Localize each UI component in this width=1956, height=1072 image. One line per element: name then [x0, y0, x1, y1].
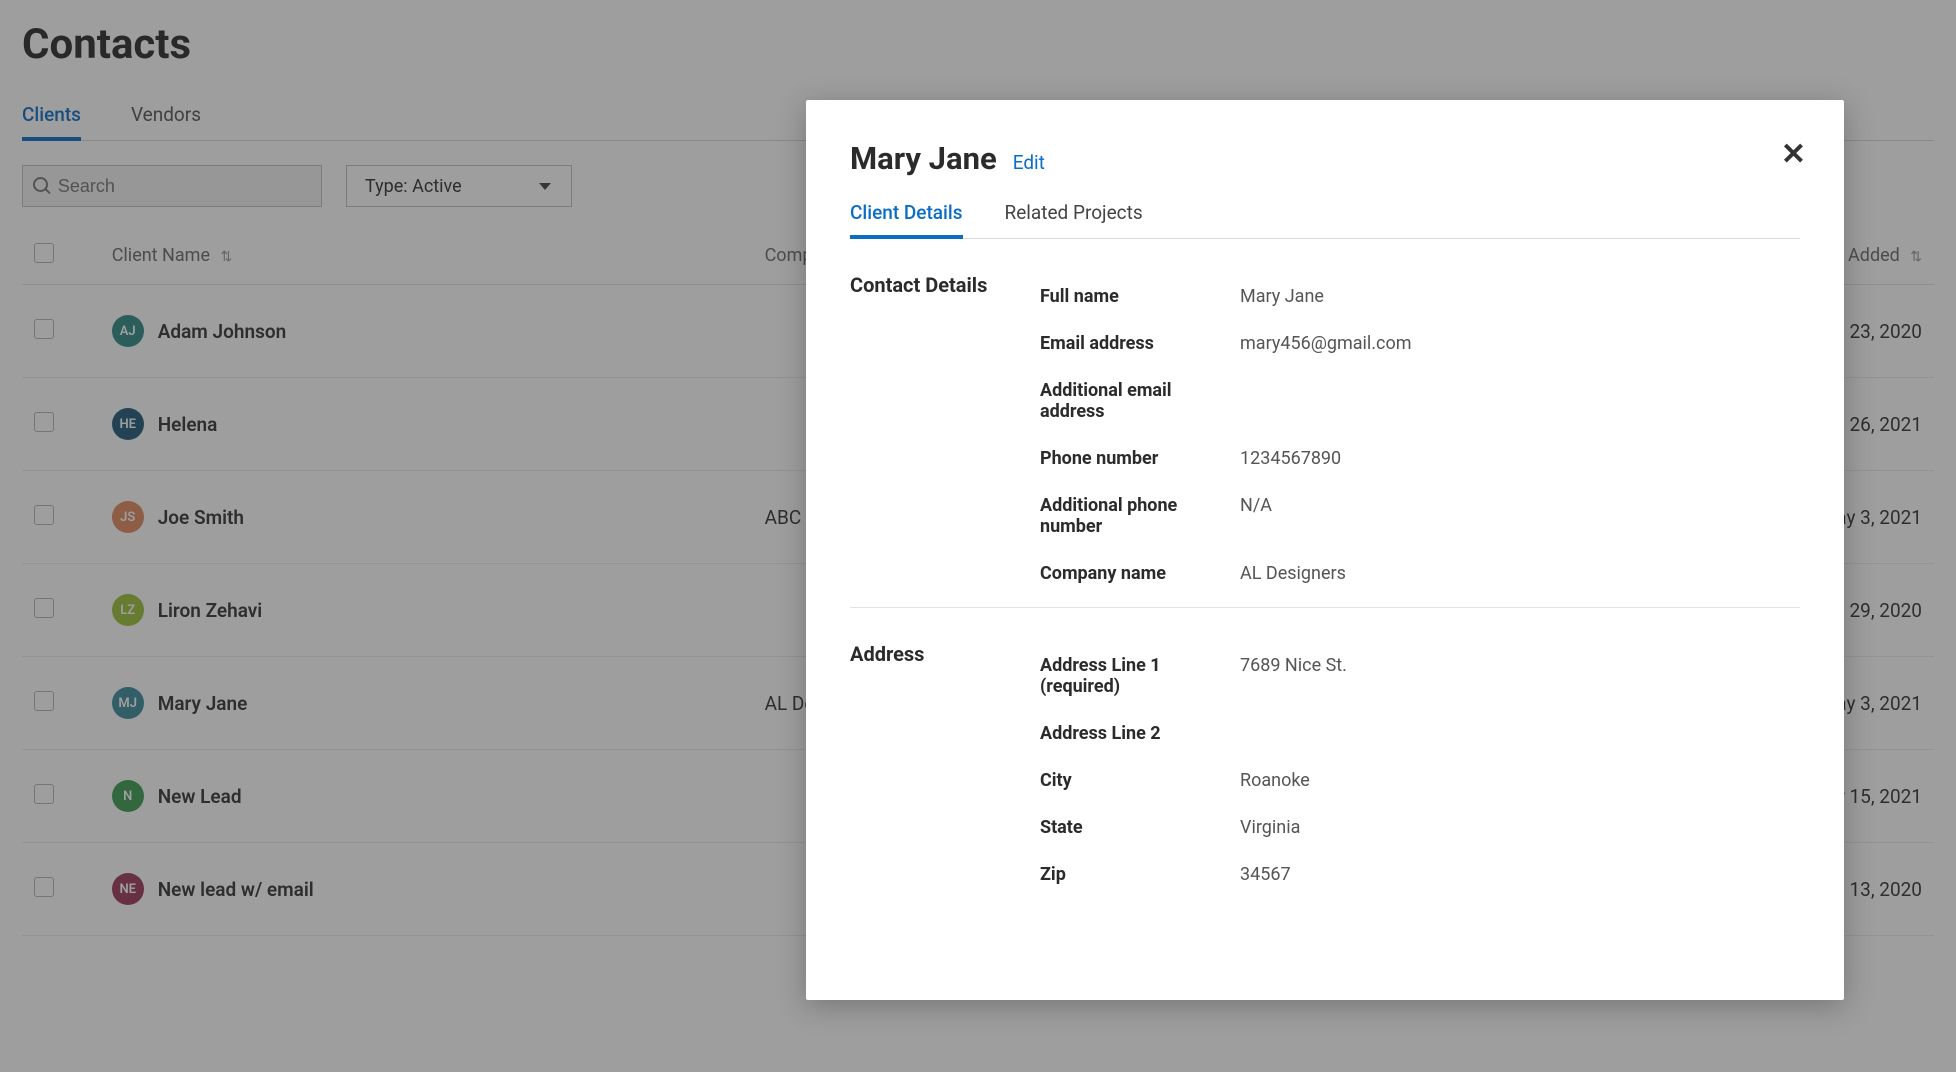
- value-company: AL Designers: [1240, 563, 1346, 584]
- field-phone: Phone number 1234567890: [1040, 435, 1800, 482]
- value-additional-phone: N/A: [1240, 495, 1272, 537]
- value-city: Roanoke: [1240, 770, 1310, 791]
- label-state: State: [1040, 817, 1240, 838]
- label-additional-email: Additional email address: [1040, 380, 1240, 422]
- modal-tabs: Client Details Related Projects: [850, 201, 1800, 239]
- field-address-line2: Address Line 2: [1040, 710, 1800, 757]
- section-contact-details: Contact Details Full name Mary Jane Emai…: [850, 273, 1800, 597]
- edit-link[interactable]: Edit: [1013, 151, 1045, 174]
- value-zip: 34567: [1240, 864, 1291, 885]
- value-state: Virginia: [1240, 817, 1300, 838]
- section-divider: [850, 607, 1800, 608]
- label-address-line2: Address Line 2: [1040, 723, 1240, 744]
- label-city: City: [1040, 770, 1240, 791]
- modal-title: Mary Jane: [850, 140, 997, 177]
- client-details-modal: ✕ Mary Jane Edit Client Details Related …: [806, 100, 1844, 1000]
- field-additional-phone: Additional phone number N/A: [1040, 482, 1800, 550]
- label-phone: Phone number: [1040, 448, 1240, 469]
- value-email: mary456@gmail.com: [1240, 333, 1412, 354]
- field-full-name: Full name Mary Jane: [1040, 273, 1800, 320]
- section-address: Address Address Line 1 (required) 7689 N…: [850, 642, 1800, 898]
- label-zip: Zip: [1040, 864, 1240, 885]
- tab-related-projects[interactable]: Related Projects: [1005, 201, 1143, 238]
- label-company: Company name: [1040, 563, 1240, 584]
- label-full-name: Full name: [1040, 286, 1240, 307]
- value-phone: 1234567890: [1240, 448, 1341, 469]
- value-full-name: Mary Jane: [1240, 286, 1324, 307]
- field-address-line1: Address Line 1 (required) 7689 Nice St.: [1040, 642, 1800, 710]
- field-company: Company name AL Designers: [1040, 550, 1800, 597]
- section-heading-contact: Contact Details: [850, 273, 1010, 597]
- tab-client-details[interactable]: Client Details: [850, 201, 963, 238]
- field-zip: Zip 34567: [1040, 851, 1800, 898]
- section-heading-address: Address: [850, 642, 1010, 898]
- field-state: State Virginia: [1040, 804, 1800, 851]
- field-additional-email: Additional email address: [1040, 367, 1800, 435]
- label-address-line1: Address Line 1 (required): [1040, 655, 1240, 697]
- value-address-line1: 7689 Nice St.: [1240, 655, 1347, 697]
- label-email: Email address: [1040, 333, 1240, 354]
- label-additional-phone: Additional phone number: [1040, 495, 1240, 537]
- field-city: City Roanoke: [1040, 757, 1800, 804]
- field-email: Email address mary456@gmail.com: [1040, 320, 1800, 367]
- close-icon[interactable]: ✕: [1781, 140, 1806, 170]
